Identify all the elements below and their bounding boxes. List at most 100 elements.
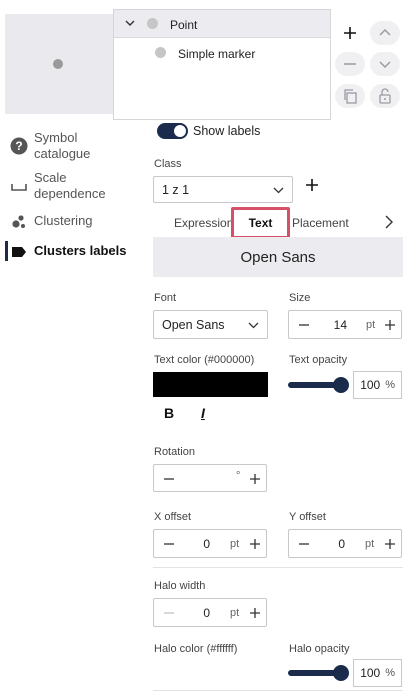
- nav-item-scale-dependence[interactable]: Scale dependence: [10, 170, 106, 202]
- unlock-icon: [379, 88, 391, 104]
- rotation-label: Rotation: [154, 446, 195, 458]
- size-value: 14: [333, 318, 347, 332]
- nav-item-symbol-catalogue[interactable]: ? Symbol catalogue: [10, 130, 90, 162]
- move-up-button[interactable]: [370, 21, 400, 45]
- halo-opacity-label: Halo opacity: [289, 643, 350, 655]
- y-offset-unit: pt: [365, 538, 375, 550]
- x-offset-unit: pt: [230, 538, 240, 550]
- chevron-down-icon: [273, 187, 284, 194]
- add-class-button[interactable]: [304, 177, 320, 196]
- svg-text:?: ?: [15, 139, 22, 153]
- nav-item-label: dependence: [34, 186, 106, 201]
- minus-icon: [344, 63, 356, 65]
- x-offset-label: X offset: [154, 511, 192, 523]
- plus-icon[interactable]: [384, 319, 396, 331]
- size-unit: pt: [366, 319, 376, 331]
- text-opacity-label: Text opacity: [289, 354, 348, 366]
- halo-opacity-slider-handle[interactable]: [333, 665, 349, 681]
- nav-item-label: Clustering: [34, 213, 93, 228]
- italic-button[interactable]: I: [201, 405, 205, 421]
- text-color-swatch[interactable]: [153, 372, 268, 397]
- y-offset-stepper[interactable]: 0 pt: [288, 529, 402, 558]
- tree-item-label: Point: [170, 18, 198, 32]
- plus-icon: [344, 27, 356, 39]
- x-offset-stepper[interactable]: 0 pt: [153, 529, 267, 558]
- tree-item-simple-marker[interactable]: Simple marker: [114, 39, 330, 67]
- halo-width-value: 0: [203, 606, 210, 620]
- percent-unit: %: [385, 379, 395, 391]
- symbol-preview: [5, 14, 113, 114]
- halo-opacity-input[interactable]: 100%: [353, 659, 402, 687]
- nav-active-indicator: [5, 241, 8, 261]
- font-label: Font: [154, 292, 177, 304]
- nav-item-label: Clusters labels: [34, 243, 127, 258]
- minus-icon[interactable]: [163, 538, 175, 550]
- show-labels-label: Show labels: [193, 124, 261, 138]
- y-offset-value: 0: [338, 537, 345, 551]
- size-label: Size: [289, 292, 311, 304]
- class-select[interactable]: 1 z 1: [153, 176, 293, 203]
- text-opacity-slider-handle[interactable]: [333, 377, 349, 393]
- nav-item-clustering[interactable]: Clustering: [10, 213, 93, 231]
- class-label: Class: [154, 158, 182, 170]
- y-offset-label: Y offset: [289, 511, 326, 523]
- rotation-unit: °: [236, 470, 241, 482]
- point-symbol-icon: [147, 18, 158, 29]
- percent-unit: %: [385, 667, 395, 679]
- tab-placement[interactable]: Placement: [292, 216, 349, 230]
- plus-icon[interactable]: [249, 538, 261, 550]
- copy-icon: [344, 89, 357, 104]
- minus-icon[interactable]: [298, 538, 310, 550]
- chevron-down-icon: [379, 61, 391, 69]
- class-select-value: 1 z 1: [162, 182, 190, 197]
- tree-item-label: Simple marker: [178, 47, 256, 61]
- nav-item-label: catalogue: [34, 146, 91, 161]
- marker-preview-icon: [53, 59, 63, 69]
- plus-icon: [306, 179, 318, 191]
- halo-width-unit: pt: [230, 607, 240, 619]
- nav-item-label: Symbol: [34, 130, 78, 145]
- minus-icon[interactable]: [163, 473, 175, 485]
- text-color-label: Text color (#000000): [154, 354, 255, 366]
- remove-layer-button[interactable]: [335, 52, 365, 76]
- add-layer-button[interactable]: [335, 21, 365, 45]
- rotation-stepper[interactable]: °: [153, 464, 267, 492]
- plus-icon[interactable]: [249, 473, 261, 485]
- duplicate-layer-button[interactable]: [335, 84, 365, 108]
- tab-expression[interactable]: Expression: [174, 216, 233, 230]
- nav-item-label: Scale: [34, 170, 67, 185]
- text-opacity-value: 100: [360, 378, 381, 392]
- chevron-up-icon: [379, 28, 391, 36]
- lock-layer-button[interactable]: [370, 84, 400, 108]
- simple-marker-icon: [155, 47, 166, 58]
- chevron-down-icon[interactable]: [124, 17, 136, 29]
- show-labels-toggle[interactable]: [157, 123, 188, 139]
- tabs-scroll-right-button[interactable]: [384, 215, 394, 232]
- bold-button[interactable]: B: [164, 405, 174, 421]
- halo-width-label: Halo width: [154, 580, 206, 592]
- minus-icon[interactable]: [163, 607, 175, 619]
- chevron-right-icon: [385, 215, 393, 229]
- plus-icon[interactable]: [249, 607, 261, 619]
- size-stepper[interactable]: 14 pt: [288, 310, 402, 339]
- chevron-down-icon: [248, 322, 259, 329]
- halo-width-stepper[interactable]: 0 pt: [153, 598, 267, 627]
- tree-item-point[interactable]: Point: [114, 10, 330, 38]
- cluster-icon: [10, 213, 28, 231]
- minus-icon[interactable]: [298, 319, 310, 331]
- section-divider: [153, 567, 403, 568]
- section-divider: [153, 690, 403, 691]
- move-down-button[interactable]: [370, 52, 400, 76]
- nav-item-clusters-labels[interactable]: Clusters labels: [10, 243, 127, 261]
- halo-color-label: Halo color (#ffffff): [154, 643, 238, 655]
- text-opacity-input[interactable]: 100%: [353, 371, 402, 399]
- plus-icon[interactable]: [384, 538, 396, 550]
- scale-bar-icon: [10, 178, 28, 196]
- x-offset-value: 0: [203, 537, 210, 551]
- tab-text[interactable]: Text: [231, 207, 290, 239]
- help-icon: ?: [10, 137, 28, 155]
- halo-color-swatch[interactable]: [153, 661, 268, 686]
- font-select[interactable]: Open Sans: [153, 310, 268, 339]
- font-select-value: Open Sans: [162, 317, 225, 332]
- symbol-layer-tree: Point Simple marker: [113, 9, 331, 120]
